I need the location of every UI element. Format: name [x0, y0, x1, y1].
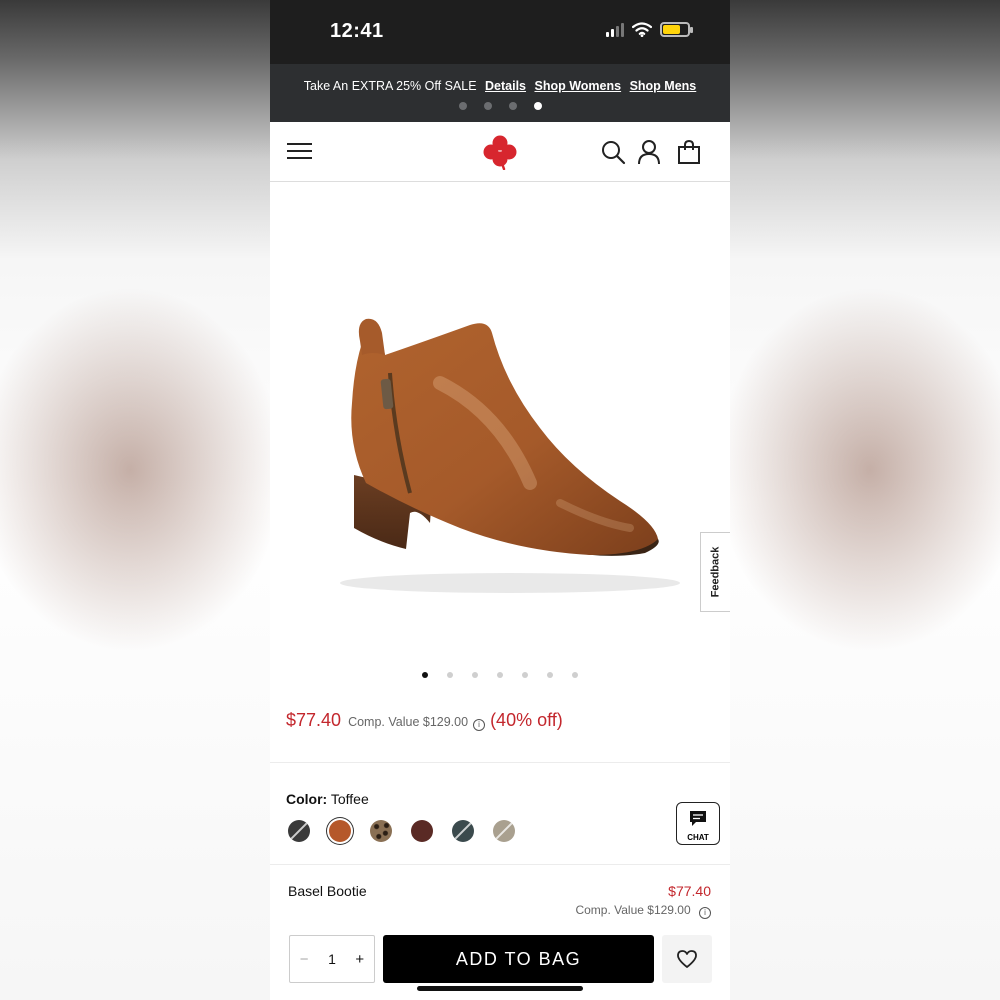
summary-comp-text: Comp. Value $129.00: [575, 903, 691, 917]
quantity-stepper: − 1 +: [289, 935, 375, 983]
clover-logo[interactable]: [482, 134, 518, 170]
phone-screen: 12:41 Take An EXTRA 25% Off SALE Details…: [270, 0, 730, 1000]
image-dot[interactable]: [522, 672, 528, 678]
home-indicator: [417, 986, 583, 991]
feedback-label: Feedback: [709, 546, 722, 598]
image-dot[interactable]: [472, 672, 478, 678]
product-image-basel-bootie[interactable]: [270, 183, 730, 663]
color-swatch-leopard[interactable]: [370, 820, 392, 842]
color-label-title: Color:: [286, 791, 328, 807]
image-dot[interactable]: [497, 672, 503, 678]
search-icon[interactable]: [600, 139, 626, 165]
color-swatch-burgundy[interactable]: [411, 820, 433, 842]
color-swatch-slate[interactable]: [452, 820, 474, 842]
promo-link-details[interactable]: Details: [485, 79, 526, 93]
wishlist-button[interactable]: [662, 935, 712, 983]
status-time: 12:41: [330, 20, 384, 42]
promo-dot[interactable]: [533, 102, 542, 110]
summary-price: $77.40: [668, 883, 711, 899]
wifi-icon: [632, 22, 652, 37]
promo-line: Take An EXTRA 25% Off SALE Details Shop …: [270, 79, 730, 93]
summary-comp-value: Comp. Value $129.00 i: [575, 903, 711, 919]
chat-icon: [690, 811, 706, 826]
heart-icon: [677, 950, 697, 968]
discount-label: (40% off): [490, 710, 563, 730]
promo-link-shop-mens[interactable]: Shop Mens: [630, 79, 697, 93]
chat-label: CHAT: [687, 833, 709, 842]
image-carousel-dots[interactable]: [270, 672, 730, 678]
battery-fill: [663, 25, 680, 34]
sale-price: $77.40: [286, 710, 342, 730]
battery-icon: [660, 22, 693, 37]
color-label: Color: Toffee: [286, 791, 369, 807]
chat-button[interactable]: CHAT: [676, 802, 720, 845]
color-swatches: [288, 820, 515, 842]
price-row: $77.40 Comp. Value $129.00 i (40% off): [286, 710, 563, 731]
color-swatch-black[interactable]: [288, 820, 310, 842]
color-swatch-toffee[interactable]: [329, 820, 351, 842]
feedback-tab[interactable]: Feedback: [700, 532, 730, 612]
status-icons: [606, 22, 693, 37]
quantity-increase-button[interactable]: +: [355, 951, 364, 968]
image-dot[interactable]: [572, 672, 578, 678]
bag-icon[interactable]: [676, 139, 702, 165]
info-icon[interactable]: i: [699, 907, 711, 919]
comp-value: Comp. Value $129.00: [348, 715, 469, 729]
divider: [270, 762, 730, 763]
promo-banner: Take An EXTRA 25% Off SALE Details Shop …: [270, 64, 730, 122]
promo-link-shop-womens[interactable]: Shop Womens: [535, 79, 622, 93]
product-name: Basel Bootie: [288, 883, 367, 899]
image-dot[interactable]: [422, 672, 428, 678]
promo-dot[interactable]: [508, 102, 517, 110]
promo-carousel-dots[interactable]: [270, 102, 730, 110]
menu-icon[interactable]: [287, 143, 312, 160]
info-icon[interactable]: i: [473, 719, 486, 731]
promo-text: Take An EXTRA 25% Off SALE: [303, 79, 477, 93]
account-icon[interactable]: [636, 139, 662, 165]
promo-dot[interactable]: [458, 102, 467, 110]
divider: [270, 864, 730, 865]
site-header: [270, 122, 730, 182]
add-to-bag-button[interactable]: ADD TO BAG: [383, 935, 654, 983]
promo-dot[interactable]: [483, 102, 492, 110]
cellular-signal-icon: [606, 22, 624, 37]
quantity-value[interactable]: 1: [328, 951, 336, 967]
image-dot[interactable]: [447, 672, 453, 678]
status-bar: 12:41: [270, 0, 730, 64]
selected-color-name: Toffee: [330, 791, 369, 807]
quantity-decrease-button[interactable]: −: [300, 951, 309, 968]
image-dot[interactable]: [547, 672, 553, 678]
color-swatch-taupe[interactable]: [493, 820, 515, 842]
